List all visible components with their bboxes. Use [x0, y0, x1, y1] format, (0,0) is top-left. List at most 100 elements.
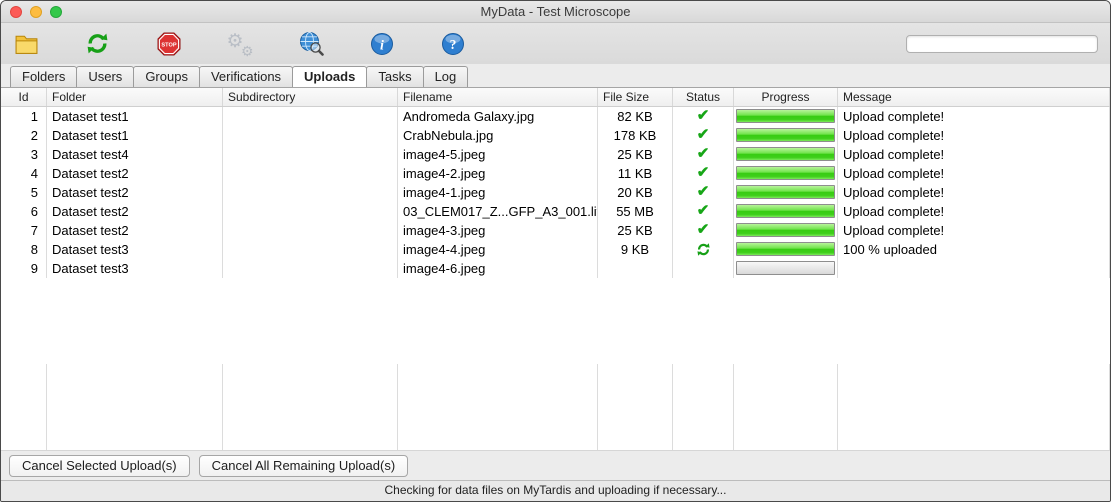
column-header-message[interactable]: Message [838, 88, 1110, 106]
cell-subdirectory [223, 183, 398, 202]
cell-folder: Dataset test3 [47, 240, 223, 259]
cell-id: 1 [1, 107, 47, 126]
tab-users[interactable]: Users [76, 66, 134, 87]
progress-bar [736, 147, 835, 161]
cell-progress [734, 259, 838, 278]
cell-filename: 03_CLEM017_Z...GFP_A3_001.lif [398, 202, 598, 221]
column-header-id[interactable]: Id [1, 88, 47, 106]
tab-folders[interactable]: Folders [10, 66, 77, 87]
globe-search-icon [298, 31, 324, 57]
minimize-window-button[interactable] [30, 6, 42, 18]
tab-log[interactable]: Log [423, 66, 469, 87]
cell-folder: Dataset test2 [47, 183, 223, 202]
upload-complete-icon: ✔ [697, 164, 710, 181]
cell-filename: image4-2.jpeg [398, 164, 598, 183]
cell-filename: image4-4.jpeg [398, 240, 598, 259]
cell-status: ✔ [673, 107, 734, 126]
cell-progress [734, 145, 838, 164]
stop-button[interactable]: STOP [155, 30, 182, 57]
tab-uploads[interactable]: Uploads [292, 66, 367, 87]
column-header-progress[interactable]: Progress [734, 88, 838, 106]
progress-bar [736, 223, 835, 237]
column-header-file-size[interactable]: File Size [598, 88, 673, 106]
table-row[interactable]: 9Dataset test3image4-6.jpeg [1, 259, 1110, 278]
cell-folder: Dataset test2 [47, 221, 223, 240]
table-row[interactable]: 1Dataset test1Andromeda Galaxy.jpg82 KB✔… [1, 107, 1110, 126]
refresh-button[interactable] [84, 30, 111, 57]
close-window-button[interactable] [10, 6, 22, 18]
table-row[interactable]: 2Dataset test1CrabNebula.jpg178 KB✔Uploa… [1, 126, 1110, 145]
column-header-folder[interactable]: Folder [47, 88, 223, 106]
progress-bar [736, 128, 835, 142]
cell-subdirectory [223, 164, 398, 183]
cell-file-size: 55 MB [598, 202, 673, 221]
column-header-subdirectory[interactable]: Subdirectory [223, 88, 398, 106]
tab-groups[interactable]: Groups [133, 66, 200, 87]
cell-message: Upload complete! [838, 221, 1110, 240]
status-bar-text: Checking for data files on MyTardis and … [385, 483, 727, 497]
cell-filename: image4-1.jpeg [398, 183, 598, 202]
cancel-all-remaining-uploads-button[interactable]: Cancel All Remaining Upload(s) [199, 455, 409, 477]
table-header: Id Folder Subdirectory Filename File Siz… [1, 88, 1110, 107]
cell-message: Upload complete! [838, 183, 1110, 202]
cell-filename: image4-6.jpeg [398, 259, 598, 278]
cell-folder: Dataset test2 [47, 202, 223, 221]
table-row[interactable]: 7Dataset test2image4-3.jpeg25 KB✔Upload … [1, 221, 1110, 240]
help-button[interactable]: ? [439, 30, 466, 57]
column-header-status[interactable]: Status [673, 88, 734, 106]
upload-complete-icon: ✔ [697, 126, 710, 143]
info-button[interactable]: i [368, 30, 395, 57]
upload-complete-icon: ✔ [697, 202, 710, 219]
svg-text:STOP: STOP [161, 42, 176, 48]
cell-message: Upload complete! [838, 107, 1110, 126]
cell-progress [734, 183, 838, 202]
tab-bar: FoldersUsersGroupsVerificationsUploadsTa… [1, 64, 1110, 88]
table-row[interactable]: 5Dataset test2image4-1.jpeg20 KB✔Upload … [1, 183, 1110, 202]
column-header-filename[interactable]: Filename [398, 88, 598, 106]
cancel-selected-uploads-button[interactable]: Cancel Selected Upload(s) [9, 455, 190, 477]
cell-folder: Dataset test2 [47, 164, 223, 183]
search-input[interactable] [906, 35, 1098, 53]
svg-text:i: i [380, 38, 384, 53]
cell-id: 3 [1, 145, 47, 164]
cell-message: Upload complete! [838, 164, 1110, 183]
cell-filename: Andromeda Galaxy.jpg [398, 107, 598, 126]
cell-subdirectory [223, 126, 398, 145]
info-icon: i [370, 32, 394, 56]
title-bar: MyData - Test Microscope [1, 1, 1110, 23]
window-title: MyData - Test Microscope [480, 4, 630, 19]
open-folder-button[interactable] [13, 30, 40, 57]
progress-bar [736, 261, 835, 275]
zoom-window-button[interactable] [50, 6, 62, 18]
cell-message [838, 259, 1110, 278]
gears-icon: ⚙⚙ [227, 31, 253, 57]
cell-file-size: 20 KB [598, 183, 673, 202]
cell-subdirectory [223, 221, 398, 240]
open-web-browser-button[interactable] [297, 30, 324, 57]
window-controls [10, 6, 62, 18]
cell-folder: Dataset test1 [47, 126, 223, 145]
tab-tasks[interactable]: Tasks [366, 66, 423, 87]
table-body: 1Dataset test1Andromeda Galaxy.jpg82 KB✔… [1, 107, 1110, 364]
cell-status: ✔ [673, 183, 734, 202]
cell-status: ✔ [673, 126, 734, 145]
table-row[interactable]: 3Dataset test4image4-5.jpeg25 KB✔Upload … [1, 145, 1110, 164]
progress-bar [736, 185, 835, 199]
svg-text:?: ? [449, 37, 456, 52]
table-row[interactable]: 6Dataset test203_CLEM017_Z...GFP_A3_001.… [1, 202, 1110, 221]
cell-file-size: 11 KB [598, 164, 673, 183]
upload-complete-icon: ✔ [697, 221, 710, 238]
table-row[interactable]: 4Dataset test2image4-2.jpeg11 KB✔Upload … [1, 164, 1110, 183]
cell-id: 9 [1, 259, 47, 278]
footer-button-bar: Cancel Selected Upload(s) Cancel All Rem… [1, 450, 1110, 480]
cell-file-size: 9 KB [598, 240, 673, 259]
cell-file-size: 25 KB [598, 145, 673, 164]
folder-icon [14, 31, 39, 56]
cell-file-size [598, 259, 673, 278]
table-row[interactable]: 8Dataset test3image4-4.jpeg9 KB100 % upl… [1, 240, 1110, 259]
tab-verifications[interactable]: Verifications [199, 66, 293, 87]
progress-bar [736, 242, 835, 256]
cell-progress [734, 202, 838, 221]
cell-id: 2 [1, 126, 47, 145]
cell-filename: image4-3.jpeg [398, 221, 598, 240]
